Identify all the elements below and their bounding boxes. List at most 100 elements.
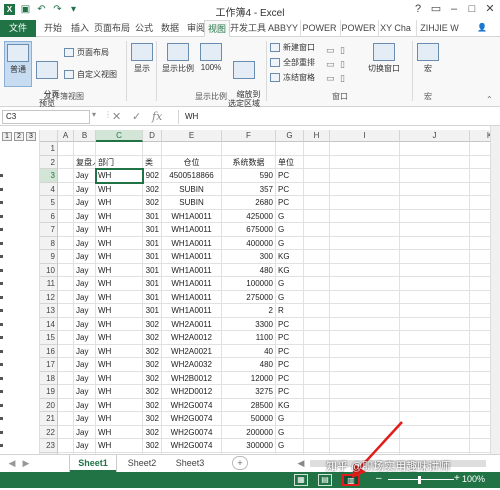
tab-power-2[interactable]: POWER (340, 20, 376, 37)
empty-cell[interactable] (330, 277, 400, 291)
empty-cell[interactable] (58, 371, 74, 385)
table-cell[interactable]: Jay (74, 223, 96, 237)
table-cell[interactable]: R (276, 304, 304, 318)
row-header-14[interactable]: 14 (40, 317, 58, 331)
close-icon[interactable]: ✕ (482, 2, 498, 16)
empty-cell[interactable] (330, 331, 400, 345)
tab-home[interactable]: 开始 (40, 20, 66, 37)
insert-function-icon[interactable]: fx (152, 110, 162, 123)
table-cell[interactable]: 301 (143, 304, 162, 318)
outline-level-3-button[interactable]: 3 (26, 132, 36, 141)
table-cell[interactable]: 302 (143, 182, 162, 196)
table-cell[interactable]: Jay (74, 358, 96, 372)
empty-cell[interactable] (58, 263, 74, 277)
table-cell[interactable]: WH2G0074 (162, 425, 222, 439)
tab-view[interactable]: 视图 (204, 20, 230, 37)
empty-cell[interactable] (330, 344, 400, 358)
table-cell[interactable]: WH (96, 223, 143, 237)
table-cell[interactable]: 3275 (222, 385, 276, 399)
empty-cell[interactable] (400, 398, 470, 412)
empty-cell[interactable] (330, 250, 400, 264)
table-cell[interactable]: 302 (143, 425, 162, 439)
empty-cell[interactable] (304, 182, 330, 196)
empty-cell[interactable] (330, 371, 400, 385)
table-cell[interactable]: WH (96, 196, 143, 210)
table-cell[interactable]: WH2A0011 (162, 317, 222, 331)
table-cell[interactable]: G (276, 439, 304, 453)
table-cell[interactable]: WH2G0074 (162, 439, 222, 453)
column-header-F[interactable]: F (222, 130, 276, 142)
empty-cell[interactable] (58, 398, 74, 412)
add-sheet-icon[interactable]: + (232, 456, 248, 470)
empty-cell[interactable] (470, 358, 490, 372)
table-cell[interactable]: PC (276, 182, 304, 196)
empty-cell[interactable] (400, 304, 470, 318)
table-cell[interactable]: 302 (143, 385, 162, 399)
table-cell[interactable]: 4500518866 (162, 169, 222, 183)
table-cell[interactable]: WH2G0074 (162, 412, 222, 426)
empty-cell[interactable] (304, 331, 330, 345)
table-cell[interactable]: WH (96, 317, 143, 331)
normal-view-button[interactable]: 普通 (4, 41, 32, 87)
table-cell[interactable]: WH1A0011 (162, 277, 222, 291)
empty-cell[interactable] (330, 317, 400, 331)
row-header-2[interactable]: 2 (40, 155, 58, 169)
empty-cell[interactable] (58, 425, 74, 439)
user-account[interactable]: 👤 (468, 20, 496, 37)
outline-level-1-button[interactable]: 1 (2, 132, 12, 141)
row-header-4[interactable]: 4 (40, 182, 58, 196)
table-cell[interactable]: 301 (143, 277, 162, 291)
table-cell[interactable]: 302 (143, 344, 162, 358)
zoom-slider-knob[interactable] (418, 476, 421, 484)
empty-cell[interactable] (330, 155, 400, 169)
empty-cell[interactable] (304, 263, 330, 277)
tab-abbyy[interactable]: ABBYY (268, 20, 298, 37)
table-cell[interactable]: WH (96, 385, 143, 399)
empty-cell[interactable] (470, 196, 490, 210)
outline-level-2-button[interactable]: 2 (14, 132, 24, 141)
empty-cell[interactable] (304, 344, 330, 358)
table-cell[interactable]: 480 (222, 358, 276, 372)
table-cell[interactable]: WH (96, 169, 143, 183)
sheet-tab-2[interactable]: Sheet2 (120, 455, 164, 472)
table-cell[interactable]: WH (96, 277, 143, 291)
column-header-D[interactable]: D (143, 130, 162, 142)
empty-cell[interactable] (470, 264, 490, 277)
collapse-ribbon-icon[interactable]: ⌃ (486, 95, 493, 104)
sheet-tab-3[interactable]: Sheet3 (168, 455, 212, 472)
table-cell[interactable]: Jay (74, 425, 96, 439)
empty-cell[interactable] (400, 236, 470, 250)
name-box[interactable]: C3 (2, 110, 90, 124)
empty-cell[interactable] (58, 236, 74, 250)
hscroll-left-icon[interactable]: ◀ (296, 455, 306, 472)
tab-xy-chart[interactable]: XY Cha (378, 20, 412, 37)
empty-cell[interactable] (470, 399, 490, 412)
table-cell[interactable]: WH (96, 331, 143, 345)
empty-cell[interactable] (330, 196, 400, 210)
empty-cell[interactable] (470, 210, 490, 223)
switch-windows-button[interactable]: 切换窗口 (364, 41, 404, 87)
table-cell[interactable]: Jay (74, 236, 96, 250)
empty-cell[interactable] (470, 183, 490, 196)
header-cell[interactable]: 单位 (276, 155, 304, 169)
column-header-C[interactable]: C (96, 130, 143, 142)
row-header-15[interactable]: 15 (40, 331, 58, 345)
table-cell[interactable]: WH (96, 236, 143, 250)
table-cell[interactable]: 301 (143, 290, 162, 304)
empty-cell[interactable] (304, 317, 330, 331)
tab-zihjie[interactable]: ZIHJIE W (416, 20, 462, 37)
empty-cell[interactable] (58, 223, 74, 237)
empty-cell[interactable] (400, 169, 470, 183)
table-cell[interactable]: G (276, 277, 304, 291)
row-header-21[interactable]: 21 (40, 412, 58, 426)
split-hide-unhide-icons[interactable]: ▭ ▭ ▭ (326, 43, 335, 85)
select-all-corner[interactable] (40, 130, 58, 142)
zoom-in-icon[interactable]: + (454, 473, 460, 484)
cancel-icon[interactable]: ✕ (112, 110, 121, 123)
empty-cell[interactable] (330, 209, 400, 223)
row-header-10[interactable]: 10 (40, 263, 58, 277)
table-cell[interactable]: Jay (74, 317, 96, 331)
table-cell[interactable]: WH1A0011 (162, 223, 222, 237)
table-cell[interactable]: G (276, 425, 304, 439)
column-header-I[interactable]: I (330, 130, 400, 142)
